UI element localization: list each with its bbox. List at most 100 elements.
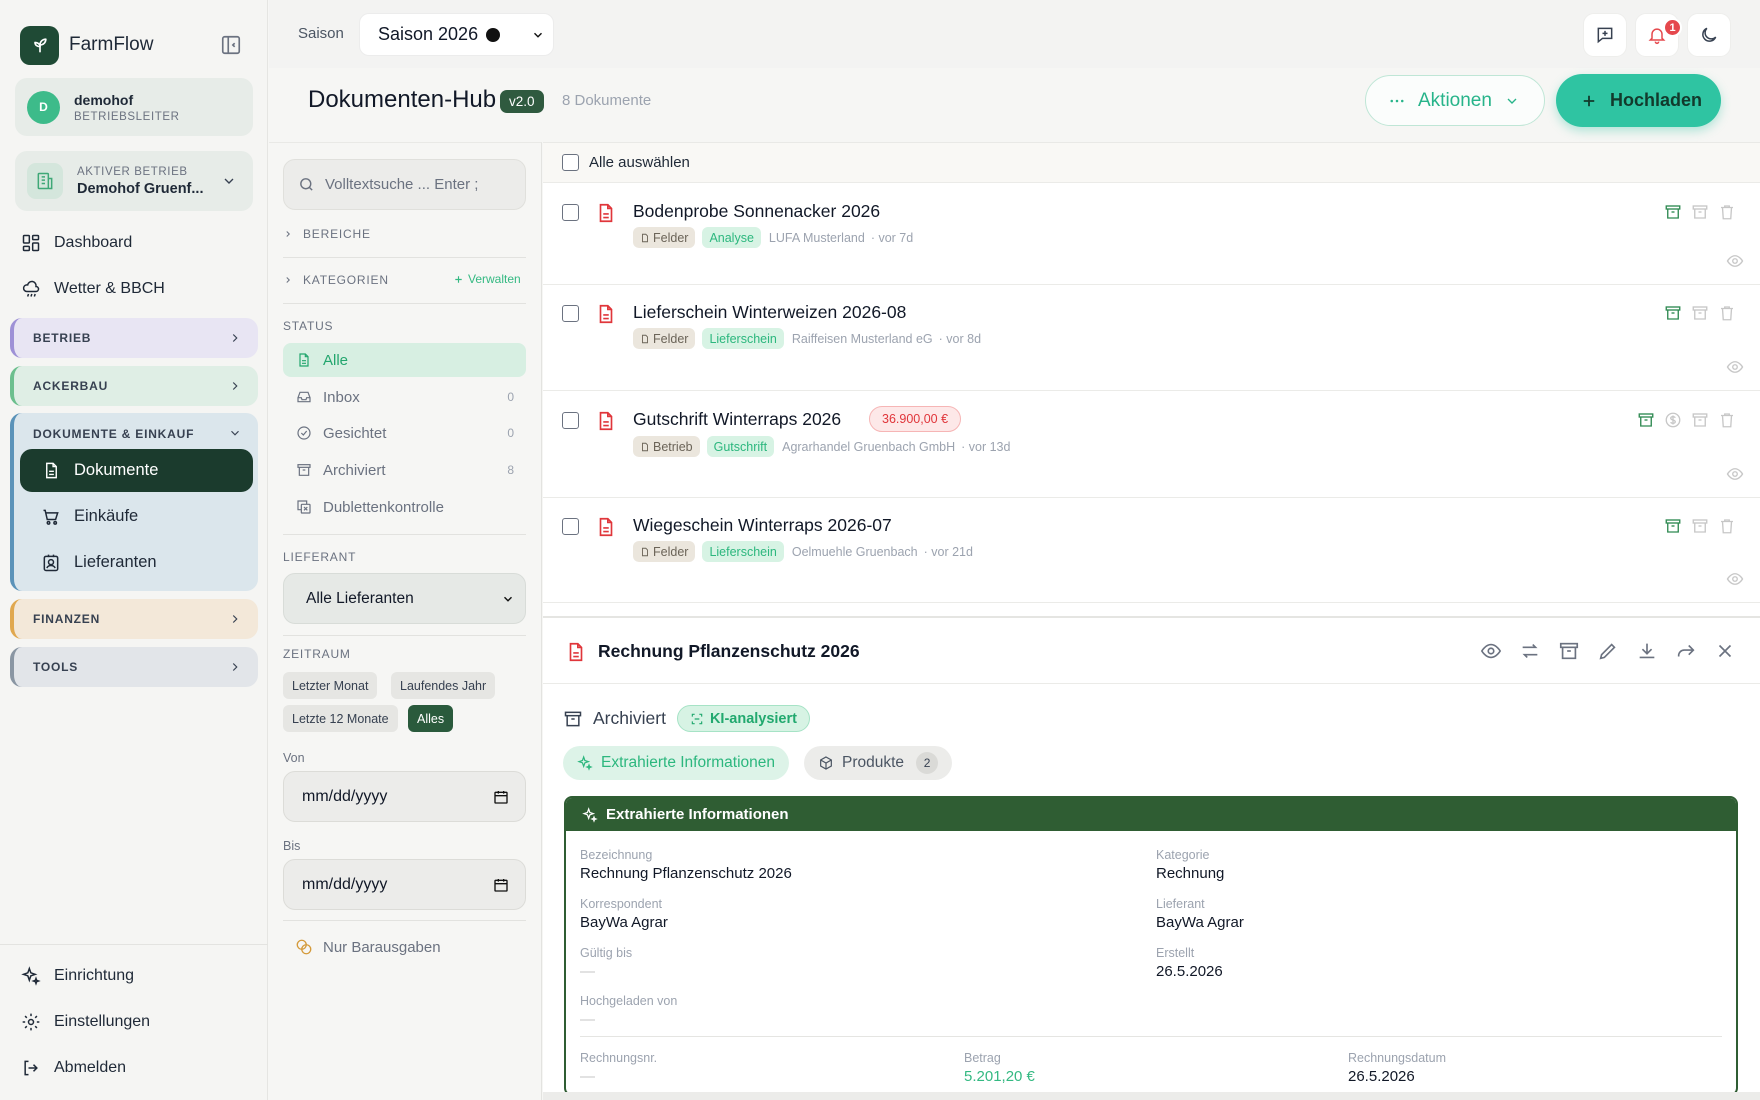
feedback-button[interactable] — [1583, 13, 1627, 57]
field-label: Hochgeladen von — [580, 994, 678, 1008]
notifications-button[interactable]: 1 — [1635, 13, 1682, 57]
unarchive-icon[interactable] — [1691, 203, 1709, 221]
dollar-circle-icon[interactable] — [1664, 411, 1682, 429]
row-checkbox[interactable] — [562, 204, 579, 221]
select-all-checkbox[interactable] — [562, 154, 579, 171]
period-chip-active[interactable]: Alles — [408, 705, 454, 732]
theme-toggle[interactable] — [1687, 13, 1731, 57]
period-chip[interactable]: Laufendes Jahr — [391, 672, 496, 699]
nav-dashboard[interactable]: Dashboard — [20, 228, 132, 258]
supplier-select[interactable]: Alle Lieferanten — [283, 573, 526, 624]
table-row[interactable]: Lieferschein Winterweizen 2026-08 Felder… — [543, 285, 1760, 391]
document-meta: Felder Lieferschein Oelmuehle Gruenbach … — [633, 541, 973, 562]
type-tag: Analyse — [702, 227, 761, 248]
unarchive-icon[interactable] — [1691, 411, 1709, 429]
archive-icon[interactable] — [1637, 411, 1655, 429]
table-row[interactable]: Gutschrift Winterraps 2026 36.900,00 € B… — [543, 391, 1760, 498]
status-filter-all[interactable]: Alle — [283, 343, 526, 377]
nav-group-tools[interactable]: TOOLS — [10, 647, 258, 687]
row-checkbox[interactable] — [562, 518, 579, 535]
eye-icon[interactable] — [1726, 465, 1744, 483]
trash-icon[interactable] — [1718, 517, 1736, 535]
eye-icon[interactable] — [1480, 640, 1502, 662]
nav-setup[interactable]: Einrichtung — [20, 961, 134, 991]
user-card[interactable]: D demohof BETRIEBSLEITER — [15, 78, 253, 136]
archive-icon[interactable] — [1664, 517, 1682, 535]
pencil-icon[interactable] — [1597, 640, 1619, 662]
close-icon[interactable] — [1714, 640, 1736, 662]
unarchive-icon[interactable] — [1691, 304, 1709, 322]
calendar-icon — [493, 877, 509, 893]
filter-categories-toggle[interactable]: KATEGORIEN — [283, 273, 389, 287]
document-title[interactable]: Bodenprobe Sonnenacker 2026 — [633, 201, 880, 222]
nav-weather[interactable]: Wetter & BBCH — [20, 274, 165, 304]
nav-logout[interactable]: Abmelden — [20, 1053, 126, 1083]
scrollbar-track[interactable] — [543, 1092, 1760, 1100]
archive-icon[interactable] — [1558, 640, 1580, 662]
upload-button[interactable]: Hochladen — [1556, 74, 1721, 127]
row-checkbox[interactable] — [562, 412, 579, 429]
farm-label: AKTIVER BETRIEB — [77, 165, 188, 178]
app-logo-row: FarmFlow — [20, 25, 242, 65]
nav-group-betrieb[interactable]: BETRIEB — [10, 318, 258, 358]
eye-icon[interactable] — [1726, 358, 1744, 376]
archive-icon[interactable] — [1664, 203, 1682, 221]
field-kategorie: Kategorie Rechnung — [1156, 848, 1224, 882]
pdf-file-icon — [565, 640, 587, 664]
package-icon — [818, 755, 834, 771]
season-select[interactable]: Saison 2026 — [359, 13, 554, 56]
to-date-input[interactable]: mm/dd/yyyy — [283, 859, 526, 910]
period-chip[interactable]: Letzter Monat — [283, 672, 378, 699]
extracted-info-title: Extrahierte Informationen — [606, 806, 789, 823]
notification-badge: 1 — [1663, 18, 1682, 37]
sidebar-item-dokumente[interactable]: Dokumente — [20, 449, 253, 492]
sprout-logo-icon — [20, 25, 59, 65]
search-input[interactable] — [325, 176, 495, 193]
field-lieferant: Lieferant BayWa Agrar — [1156, 897, 1244, 931]
tab-products[interactable]: Produkte 2 — [804, 746, 953, 780]
nav-group-finanzen[interactable]: FINANZEN — [10, 599, 258, 639]
supplier-value: Alle Lieferanten — [306, 589, 414, 607]
table-row[interactable]: Bodenprobe Sonnenacker 2026 Felder Analy… — [543, 184, 1760, 285]
row-checkbox[interactable] — [562, 305, 579, 322]
download-icon[interactable] — [1636, 640, 1658, 662]
sidebar-item-lieferanten[interactable]: Lieferanten — [20, 541, 253, 584]
select-all-row[interactable]: Alle auswählen — [543, 143, 1760, 183]
nav-group-ackerbau[interactable]: ACKERBAU — [10, 366, 258, 406]
trash-icon[interactable] — [1718, 304, 1736, 322]
status-filter-archived[interactable]: Archiviert 8 — [283, 453, 526, 487]
status-filter-inbox[interactable]: Inbox 0 — [283, 380, 526, 414]
actions-button[interactable]: Aktionen — [1365, 75, 1545, 126]
filter-panel: BEREICHE KATEGORIEN Verwalten STATUS All… — [269, 142, 542, 1100]
document-title[interactable]: Wiegeschein Winterraps 2026-07 — [633, 515, 892, 536]
area-tag: Betrieb — [633, 436, 700, 457]
file-icon — [640, 233, 650, 243]
period-section-title: ZEITRAUM — [283, 647, 351, 661]
eye-icon[interactable] — [1726, 252, 1744, 270]
table-row[interactable]: Wiegeschein Winterraps 2026-07 Felder Li… — [543, 498, 1760, 603]
filter-areas-toggle[interactable]: BEREICHE — [283, 227, 371, 241]
area-tag: Felder — [633, 227, 696, 248]
search-field[interactable] — [283, 159, 526, 210]
period-chip[interactable]: Letzte 12 Monate — [283, 705, 398, 732]
trash-icon[interactable] — [1718, 203, 1736, 221]
sidebar-item-einkaeufe[interactable]: Einkäufe — [20, 495, 253, 538]
nav-settings[interactable]: Einstellungen — [20, 1007, 150, 1037]
status-filter-reviewed[interactable]: Gesichtet 0 — [283, 416, 526, 450]
farm-switcher[interactable]: AKTIVER BETRIEB Demohof Gruenf... — [15, 151, 253, 211]
trash-icon[interactable] — [1718, 411, 1736, 429]
swap-icon[interactable] — [1519, 640, 1541, 662]
manage-categories-link[interactable]: Verwalten — [453, 272, 521, 286]
document-title[interactable]: Lieferschein Winterweizen 2026-08 — [633, 302, 906, 323]
document-title[interactable]: Gutschrift Winterraps 2026 — [633, 409, 841, 430]
eye-icon[interactable] — [1726, 570, 1744, 588]
unarchive-icon[interactable] — [1691, 517, 1709, 535]
sidebar-collapse-icon[interactable] — [220, 34, 242, 56]
archive-icon[interactable] — [1664, 304, 1682, 322]
from-date-input[interactable]: mm/dd/yyyy — [283, 771, 526, 822]
field-erstellt: Erstellt 26.5.2026 — [1156, 946, 1223, 980]
cash-only-toggle[interactable]: Nur Barausgaben — [295, 938, 441, 956]
share-forward-icon[interactable] — [1675, 640, 1697, 662]
status-filter-duplicates[interactable]: Dublettenkontrolle — [283, 490, 526, 524]
tab-extracted-info[interactable]: Extrahierte Informationen — [563, 746, 790, 780]
